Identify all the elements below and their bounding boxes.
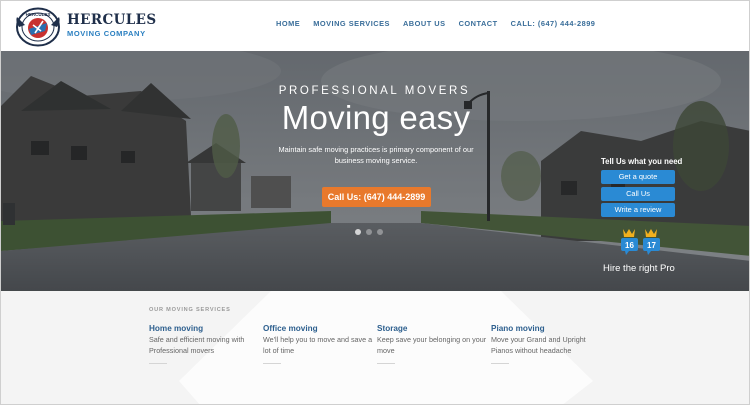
crown-icon — [623, 229, 635, 237]
page-frame: HERCULES HERCULES MOVING COMPANY HOME MO… — [0, 0, 750, 405]
service-title-storage[interactable]: Storage — [377, 324, 487, 333]
services-section-label: OUR MOVING SERVICES — [149, 307, 231, 313]
request-panel-title: Tell Us what you need — [601, 157, 683, 166]
hero-headline: Moving easy — [281, 99, 471, 136]
badge-year-17: 17 — [647, 241, 656, 250]
nav-home[interactable]: HOME — [276, 19, 300, 28]
brand-subtitle: MOVING COMPANY — [67, 29, 146, 38]
divider — [491, 363, 509, 364]
service-title-office-moving[interactable]: Office moving — [263, 324, 373, 333]
service-description: Move your Grand and Upright Pianos witho… — [491, 335, 586, 355]
service-card[interactable]: Home moving Safe and efficient moving wi… — [149, 324, 259, 364]
divider — [263, 363, 281, 364]
service-card[interactable]: Piano moving Move your Grand and Upright… — [491, 324, 601, 364]
service-card[interactable]: Office moving We'll help you to move and… — [263, 324, 373, 364]
badge-year-16: 16 — [625, 241, 634, 250]
call-us-side-button[interactable]: Call Us — [601, 186, 675, 201]
service-title-piano-moving[interactable]: Piano moving — [491, 324, 601, 333]
divider — [149, 363, 167, 364]
get-quote-button[interactable]: Get a quote — [601, 170, 675, 184]
services-background-shape — [179, 291, 593, 404]
nav-about-us[interactable]: ABOUT US — [403, 19, 446, 28]
site-header: HERCULES HERCULES MOVING COMPANY HOME MO… — [1, 1, 749, 51]
main-nav: HOME MOVING SERVICES ABOUT US CONTACT CA… — [276, 19, 595, 28]
service-description: We'll help you to move and save a lot of… — [263, 335, 373, 355]
services-section: OUR MOVING SERVICES Home moving Safe and… — [1, 291, 749, 404]
award-badges[interactable]: 16 17 — [619, 227, 663, 257]
company-logo[interactable]: HERCULES — [15, 7, 61, 47]
write-review-button[interactable]: Write a review — [601, 203, 675, 217]
logo-ring-text: HERCULES — [26, 12, 51, 17]
slider-dots — [355, 229, 383, 235]
slider-dot[interactable] — [366, 229, 372, 235]
slider-dot[interactable] — [355, 229, 361, 235]
service-card[interactable]: Storage Keep save your belonging on your… — [377, 324, 487, 364]
call-us-button[interactable]: Call Us: (647) 444-2899 — [322, 187, 431, 207]
slider-dot[interactable] — [377, 229, 383, 235]
hero-description: Maintain safe moving practices is primar… — [278, 145, 474, 165]
brand-name: HERCULES — [67, 12, 157, 28]
nav-call[interactable]: CALL: (647) 444-2899 — [511, 19, 596, 28]
brand-block[interactable]: HERCULES MOVING COMPANY — [67, 13, 157, 38]
request-panel: Tell Us what you need Get a quote Call U… — [601, 157, 683, 220]
crown-icon — [645, 229, 657, 237]
divider — [377, 363, 395, 364]
hero-section: PROFESSIONAL MOVERS Moving easy Maintain… — [1, 51, 749, 291]
nav-moving-services[interactable]: MOVING SERVICES — [313, 19, 390, 28]
hero-kicker: PROFESSIONAL MOVERS — [278, 85, 471, 97]
nav-contact[interactable]: CONTACT — [459, 19, 498, 28]
service-title-home-moving[interactable]: Home moving — [149, 324, 259, 333]
service-description: Keep save your belonging on your move — [377, 335, 487, 355]
hire-pro-tagline: Hire the right Pro — [603, 263, 675, 274]
service-description: Safe and efficient moving with Professio… — [149, 335, 245, 355]
